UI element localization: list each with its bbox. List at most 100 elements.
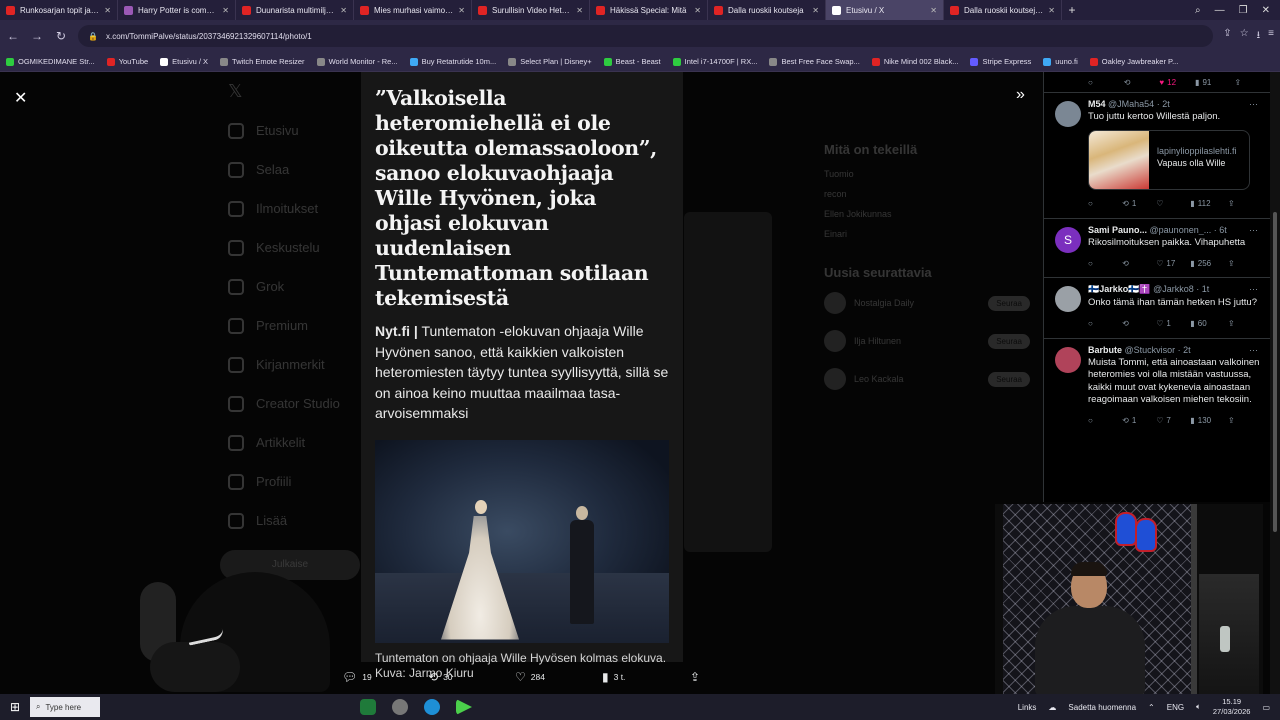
minimize-icon[interactable]: — [1215, 5, 1225, 16]
tab-close-icon[interactable]: ✕ [694, 6, 701, 15]
edge-icon[interactable] [424, 699, 440, 715]
share-icon[interactable]: ⇪ [1228, 259, 1262, 268]
bookmark-item[interactable]: Select Plan | Disney+ [508, 57, 592, 66]
more-options-icon[interactable]: ··· [1249, 225, 1258, 235]
reply-handle[interactable]: @Stuckvisor · 2t [1125, 345, 1191, 355]
share-icon[interactable]: ⇪ [1228, 199, 1262, 208]
new-tab-button[interactable]: + [1062, 3, 1082, 17]
avatar[interactable] [1055, 346, 1081, 373]
reply-author-name[interactable]: M54 [1088, 99, 1106, 109]
more-options-icon[interactable]: ··· [1249, 345, 1258, 355]
like-button[interactable]: ♡ 7 [1156, 416, 1190, 425]
bookmark-item[interactable]: uuno.fi [1043, 57, 1078, 66]
views-button[interactable]: ▮ 112 [1190, 199, 1228, 208]
volume-icon[interactable]: 🔈︎ [1196, 702, 1201, 712]
share-icon[interactable]: ⇪ [1228, 416, 1262, 425]
bookmark-star-icon[interactable]: ☆ [1240, 28, 1249, 45]
url-bar[interactable]: 🔒 x.com/TommiPalve/status/20373469213296… [78, 25, 1214, 47]
bookmark-item[interactable]: World Monitor - Re... [316, 57, 398, 66]
repost-icon[interactable]: ⟲ [1124, 78, 1160, 87]
avatar[interactable] [1055, 286, 1081, 312]
browser-tab[interactable]: Etusivu / X ✕ [826, 0, 944, 20]
reply-action[interactable]: 💬︎ 19 [342, 670, 372, 684]
repost-button[interactable]: ⟲ [1122, 259, 1156, 268]
play-app-icon[interactable] [456, 699, 472, 715]
share-icon[interactable]: ⇪ [1228, 319, 1262, 328]
reply-button[interactable]: ○ [1088, 416, 1122, 425]
bookmark-item[interactable]: Nike Mind 002 Black... [871, 57, 958, 66]
bookmark-item[interactable]: Beast - Beast [603, 57, 661, 66]
views-button[interactable]: ▮ 60 [1190, 319, 1228, 328]
views-button[interactable]: ▮ 256 [1190, 259, 1228, 268]
repost-button[interactable]: ⟲ [1122, 319, 1156, 328]
reply-author-name[interactable]: Barbute [1088, 345, 1122, 355]
reply-author-name[interactable]: Sami Pauno... [1088, 225, 1147, 235]
share-icon[interactable]: ⇪ [1223, 28, 1231, 45]
tab-close-icon[interactable]: ✕ [104, 6, 111, 15]
like-button[interactable]: ♡ [1156, 199, 1190, 208]
reply-button[interactable]: ○ [1088, 319, 1122, 328]
tab-close-icon[interactable]: ✕ [576, 6, 583, 15]
language-indicator[interactable]: ENG [1167, 703, 1184, 712]
avatar[interactable]: S [1055, 226, 1081, 253]
repost-button[interactable]: ⟲ 1 [1122, 416, 1156, 425]
like-button[interactable]: ♡ 17 [1156, 259, 1190, 268]
tab-close-icon[interactable]: ✕ [812, 6, 819, 15]
bookmark-item[interactable]: Twitch Emote Resizer [220, 57, 305, 66]
more-options-icon[interactable]: ··· [1249, 284, 1258, 294]
browser-tab[interactable]: Surullisin Video Hetkeen ✕ [472, 0, 590, 20]
like-action[interactable]: ♡ 284 [515, 670, 545, 684]
bookmark-item[interactable]: Best Free Face Swap... [769, 57, 860, 66]
tray-chevron-icon[interactable]: ⌃ [1148, 703, 1155, 712]
notifications-icon[interactable]: ▭ [1262, 703, 1270, 712]
tab-close-icon[interactable]: ✕ [930, 6, 937, 15]
windows-start-icon[interactable]: ⊞ [0, 700, 30, 714]
avatar[interactable] [1055, 101, 1081, 127]
download-icon[interactable]: ⭳ [1257, 28, 1261, 45]
share-action[interactable]: ⇪ [690, 670, 700, 684]
links-toolbar[interactable]: Links [1018, 703, 1037, 712]
browser-tab[interactable]: Dalla ruoskii koutseja ✕ [708, 0, 826, 20]
collapse-replies-icon[interactable]: » [1016, 86, 1025, 104]
app-icon[interactable] [392, 699, 408, 715]
menu-icon[interactable]: ≡ [1268, 28, 1274, 45]
repost-button[interactable]: ⟲ 1 [1122, 199, 1156, 208]
close-window-icon[interactable]: ✕ [1262, 5, 1270, 16]
weather-text[interactable]: Sadetta huomenna [1068, 703, 1136, 712]
bookmark-item[interactable]: YouTube [106, 57, 148, 66]
repost-action[interactable]: ⟲ 30 [428, 670, 453, 684]
tab-close-icon[interactable]: ✕ [1048, 6, 1055, 15]
views-action[interactable]: ▮ 3 t. [602, 670, 625, 684]
forward-icon[interactable]: → [30, 29, 44, 43]
share-icon[interactable]: ⇪ [1234, 78, 1270, 87]
link-card[interactable]: lapinylioppilaslehti.fi Vapaus olla Wille [1088, 129, 1250, 190]
bookmark-item[interactable]: Stripe Express [970, 57, 1031, 66]
views-button[interactable]: ▮ 130 [1190, 416, 1228, 425]
like-button[interactable]: ♡ 1 [1156, 319, 1190, 328]
bookmark-item[interactable]: Oakley Jawbreaker P... [1089, 57, 1178, 66]
back-icon[interactable]: ← [6, 29, 20, 43]
browser-tab[interactable]: Duunarista multimiljonääriksi ✕ [236, 0, 354, 20]
app-icon[interactable] [360, 699, 376, 715]
browser-tab[interactable]: Runkosarjan topit ja flopit ✕ [0, 0, 118, 20]
bookmark-item[interactable]: OGMIKEDIMANE Str... [6, 57, 95, 66]
bookmark-item[interactable]: Intel i7-14700F | RX... [672, 57, 757, 66]
reload-icon[interactable]: ↻ [54, 29, 68, 43]
tab-close-icon[interactable]: ✕ [458, 6, 465, 15]
scrollbar-thumb[interactable] [1273, 212, 1277, 532]
maximize-icon[interactable]: ❐ [1239, 5, 1248, 16]
reply-author-name[interactable]: 🇫🇮Jarkko🇫🇮✝️ [1088, 284, 1151, 294]
reply-icon[interactable]: ○ [1088, 78, 1124, 87]
reply-handle[interactable]: @paunonen_... · 6t [1150, 225, 1227, 235]
browser-tab[interactable]: Harry Potter is completely ✕ [118, 0, 236, 20]
reply-handle[interactable]: @JMaha54 · 2t [1108, 99, 1170, 109]
like-button[interactable]: ♥ 12 [1159, 78, 1195, 87]
tab-close-icon[interactable]: ✕ [340, 6, 347, 15]
browser-tab[interactable]: Dalla ruoskii koutseja + ka ✕ [944, 0, 1062, 20]
taskbar-clock[interactable]: 15.19 27/03/2026 [1213, 697, 1251, 717]
browser-tab[interactable]: Mies murhasi vaimonsa ✕ [354, 0, 472, 20]
reply-button[interactable]: ○ [1088, 259, 1122, 268]
browser-tab[interactable]: Häkissä Special: Mitä ✕ [590, 0, 708, 20]
more-options-icon[interactable]: ··· [1249, 99, 1258, 109]
bookmark-item[interactable]: Etusivu / X [160, 57, 208, 66]
